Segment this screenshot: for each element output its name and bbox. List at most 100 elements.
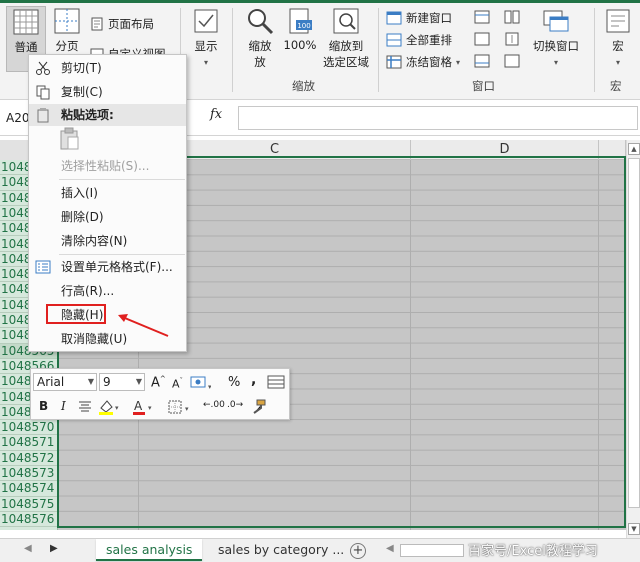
magnifier-icon bbox=[248, 9, 274, 35]
freeze-panes-icon bbox=[386, 55, 402, 69]
zoom-selection-label-1: 缩放到 bbox=[328, 39, 364, 53]
switch-windows-icon bbox=[543, 10, 569, 32]
vertical-scrollbar[interactable]: ▲ ▼ bbox=[626, 140, 640, 538]
zoom-label-2: 放 bbox=[254, 55, 266, 69]
show-button[interactable]: 显示 ▾ bbox=[186, 6, 226, 72]
menu-item-format-cells[interactable]: 设置单元格格式(F)... bbox=[29, 256, 186, 278]
row-header[interactable]: 1048571 bbox=[0, 435, 58, 451]
format-painter-icon[interactable] bbox=[249, 398, 267, 416]
normal-view-label: 普通 bbox=[14, 40, 38, 54]
font-size-value: 9 bbox=[103, 375, 111, 389]
decrease-font-icon[interactable]: Aˇ bbox=[172, 377, 183, 391]
hscroll-left-icon[interactable]: ◀ bbox=[386, 543, 394, 554]
row-header[interactable]: 1048576 bbox=[0, 512, 58, 528]
menu-item-delete[interactable]: 删除(D) bbox=[29, 206, 186, 228]
font-size-select[interactable]: 9 ▼ bbox=[99, 373, 145, 391]
fill-color-icon[interactable]: ▾ bbox=[97, 398, 121, 416]
horizontal-scrollbar[interactable] bbox=[400, 544, 464, 557]
ribbon-separator bbox=[594, 8, 595, 92]
page-layout-view-label: 页面布局 bbox=[108, 17, 154, 31]
increase-decimal-label: .00 bbox=[210, 400, 225, 410]
tab-sales-analysis[interactable]: sales analysis bbox=[96, 539, 203, 561]
zoom-to-selection-button[interactable]: 缩放到 选定区域 bbox=[320, 6, 372, 72]
font-color-icon[interactable]: A ▾ bbox=[131, 398, 155, 416]
menu-label-row-height: 行高(R)... bbox=[61, 284, 115, 298]
svg-text:▾: ▾ bbox=[208, 383, 211, 391]
zoom-button[interactable]: 缩放 放 bbox=[240, 6, 280, 72]
macros-button[interactable]: 宏 ▾ bbox=[600, 6, 636, 72]
menu-item-insert[interactable]: 插入(I) bbox=[29, 182, 186, 204]
add-sheet-button[interactable]: + bbox=[350, 543, 366, 559]
paste-icon[interactable] bbox=[59, 127, 81, 151]
window-group-label: 窗口 bbox=[472, 79, 495, 93]
ribbon-separator bbox=[378, 8, 379, 92]
name-box[interactable]: A20 bbox=[4, 107, 30, 129]
page-break-view-label: 分页 bbox=[55, 39, 79, 53]
switch-dropdown-icon: ▾ bbox=[553, 58, 558, 67]
tab-scroll-left-icon[interactable]: ◀ bbox=[24, 543, 32, 554]
font-name-select[interactable]: Arial ▼ bbox=[33, 373, 97, 391]
freeze-panes-label: 冻结窗格 bbox=[406, 55, 452, 69]
macros-icon bbox=[606, 9, 630, 33]
align-center-icon[interactable] bbox=[77, 400, 93, 414]
page-layout-view-button[interactable]: 页面布局 bbox=[90, 16, 154, 32]
menu-label-cut: 剪切(T) bbox=[61, 61, 102, 75]
increase-font-icon[interactable]: A^ bbox=[151, 375, 166, 390]
row-header[interactable]: 1048575 bbox=[0, 497, 58, 512]
menu-item-row-height[interactable]: 行高(R)... bbox=[29, 280, 186, 302]
reset-window-icon[interactable] bbox=[504, 54, 520, 68]
arrange-all-icon bbox=[386, 33, 402, 47]
zoom-100-button[interactable]: 100 100% bbox=[282, 6, 318, 72]
row-header[interactable]: 1048570 bbox=[0, 420, 58, 436]
show-dropdown-icon: ▾ bbox=[203, 58, 208, 67]
ribbon-separator bbox=[232, 8, 233, 92]
sheet-tab-bar: ◀ ▶ sales analysis sales by category ...… bbox=[0, 538, 640, 562]
bold-button[interactable]: B bbox=[39, 399, 48, 413]
freeze-panes-button[interactable]: 冻结窗格 ▾ bbox=[386, 54, 460, 70]
hide-window-icon[interactable] bbox=[474, 32, 490, 46]
menu-label-paste-special: 选择性粘贴(S)... bbox=[61, 159, 150, 173]
decrease-decimal-button[interactable]: .0→ bbox=[227, 400, 243, 410]
menu-label-paste-options: 粘贴选项: bbox=[61, 108, 114, 122]
scroll-up-icon[interactable]: ▲ bbox=[628, 143, 640, 155]
watermark-text: 百家号/Excel教程学习 bbox=[468, 544, 598, 559]
menu-item-clear-contents[interactable]: 清除内容(N) bbox=[29, 230, 186, 252]
unhide-window-icon[interactable] bbox=[474, 54, 490, 68]
percent-style-button[interactable]: % bbox=[228, 375, 240, 390]
new-window-label: 新建窗口 bbox=[406, 11, 452, 25]
menu-item-cut[interactable]: 剪切(T) bbox=[29, 57, 186, 79]
increase-decimal-button[interactable]: ←.00 bbox=[203, 400, 225, 410]
borders-icon[interactable]: ▾ bbox=[167, 399, 193, 415]
sync-scroll-icon[interactable] bbox=[504, 32, 520, 46]
new-window-button[interactable]: 新建窗口 bbox=[386, 10, 452, 26]
switch-windows-button[interactable]: 切换窗口 ▾ bbox=[530, 6, 582, 72]
scissors-icon bbox=[36, 61, 50, 75]
fx-icon[interactable]: fx bbox=[210, 107, 222, 122]
view-side-by-side-icon[interactable] bbox=[504, 10, 520, 24]
comma-style-button[interactable]: , bbox=[251, 372, 256, 388]
row-header[interactable]: 1048574 bbox=[0, 481, 58, 497]
menu-separator bbox=[59, 254, 185, 255]
italic-button[interactable]: I bbox=[61, 399, 66, 413]
font-dropdown-icon: ▼ bbox=[87, 377, 94, 386]
row-header[interactable]: 1048572 bbox=[0, 451, 58, 466]
decrease-decimal-label: .0 bbox=[227, 400, 236, 410]
page-break-view-icon bbox=[54, 8, 80, 34]
scroll-down-icon[interactable]: ▼ bbox=[628, 523, 640, 535]
format-painter-table-icon[interactable] bbox=[267, 374, 285, 390]
arrange-all-button[interactable]: 全部重排 bbox=[386, 32, 452, 48]
menu-item-paste-special[interactable]: 选择性粘贴(S)... bbox=[29, 155, 186, 177]
normal-view-icon bbox=[13, 9, 39, 35]
split-icon[interactable] bbox=[474, 10, 490, 24]
tab-scroll-right-icon[interactable]: ▶ bbox=[50, 543, 58, 554]
red-arrow-icon bbox=[118, 314, 169, 337]
vertical-scroll-thumb[interactable] bbox=[628, 158, 640, 508]
tab-sales-by-category[interactable]: sales by category ... bbox=[208, 539, 354, 561]
switch-windows-label: 切换窗口 bbox=[533, 39, 579, 53]
formula-input[interactable] bbox=[238, 106, 638, 130]
menu-item-copy[interactable]: 复制(C) bbox=[29, 81, 186, 103]
menu-label-delete: 删除(D) bbox=[61, 210, 104, 224]
new-window-icon bbox=[386, 11, 402, 25]
accounting-format-icon[interactable]: ▾ bbox=[189, 375, 211, 391]
row-header[interactable]: 1048573 bbox=[0, 466, 58, 482]
